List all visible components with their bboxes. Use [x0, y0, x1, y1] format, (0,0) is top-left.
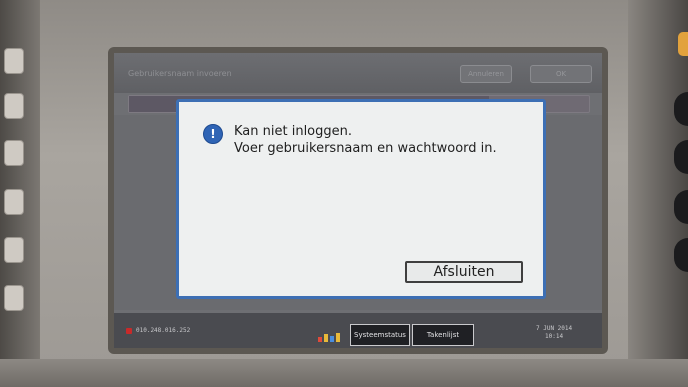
error-dialog: ! Kan niet inloggen. Voer gebruikersnaam…	[176, 99, 546, 299]
screen-header: Gebruikersnaam invoeren Annuleren OK	[114, 53, 602, 93]
ip-address: 010.248.016.252	[136, 327, 191, 334]
message-line-2: Voer gebruikersnaam en wachtwoord in.	[234, 141, 497, 156]
dialog-body: ! Kan niet inloggen. Voer gebruikersnaam…	[179, 102, 543, 296]
side-hardware-button[interactable]	[4, 189, 24, 215]
message-line-1: Kan niet inloggen.	[234, 124, 353, 139]
tab-system-status[interactable]: Systeemstatus	[350, 324, 410, 346]
date-label: 7 JUN 2014	[536, 325, 573, 332]
dialog-message: Kan niet inloggen. Voer gebruikersnaam e…	[234, 123, 497, 157]
ok-button[interactable]: OK	[530, 65, 592, 83]
alert-icon	[126, 328, 132, 334]
close-button[interactable]: Afsluiten	[405, 261, 523, 283]
side-hardware-button[interactable]	[4, 237, 24, 263]
time-label: 10:14	[545, 333, 564, 340]
side-hardware-button[interactable]	[4, 93, 24, 119]
bezel-bottom-panel	[0, 359, 688, 387]
tab-job-list[interactable]: Takenlijst	[412, 324, 474, 346]
info-icon: !	[203, 124, 223, 144]
system-status-icon	[318, 332, 340, 342]
indicator-light	[678, 32, 688, 56]
side-hardware-button[interactable]	[4, 48, 24, 74]
side-hardware-button[interactable]	[4, 140, 24, 166]
header-title: Gebruikersnaam invoeren	[128, 69, 232, 78]
side-hardware-button[interactable]	[4, 285, 24, 311]
date-time-display: 7 JUN 2014 10:14	[536, 325, 572, 341]
cancel-button[interactable]: Annuleren	[460, 65, 512, 83]
